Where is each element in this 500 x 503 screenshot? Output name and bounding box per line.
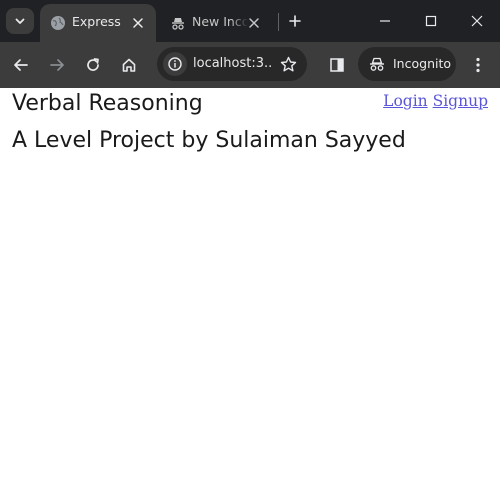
- bookmark-button[interactable]: [279, 55, 297, 73]
- tab-title: New Incognito Tab: [192, 14, 248, 29]
- tab-new-incognito[interactable]: New Incognito Tab: [160, 4, 272, 42]
- maximize-icon: [425, 15, 437, 27]
- address-bar[interactable]: localhost:3...: [157, 47, 307, 81]
- browser-toolbar: localhost:3... Incognito: [0, 42, 500, 88]
- tab-title: Express: [72, 14, 121, 29]
- page-viewport: Verbal Reasoning A Level Project by Sula…: [0, 88, 500, 503]
- reload-button[interactable]: [80, 52, 106, 78]
- browser-menu-button[interactable]: [466, 52, 490, 78]
- home-button[interactable]: [116, 52, 142, 78]
- back-button[interactable]: [8, 52, 34, 78]
- side-panel-icon: [330, 58, 344, 72]
- close-tab-icon[interactable]: [246, 15, 262, 31]
- close-tab-icon[interactable]: [130, 15, 146, 31]
- chevron-down-icon: [15, 18, 25, 24]
- close-window-button[interactable]: [462, 8, 492, 34]
- more-vertical-icon: [476, 57, 480, 73]
- tab-strip: Express New Incognito Tab: [0, 0, 500, 42]
- new-tab-button[interactable]: [284, 10, 306, 32]
- incognito-icon: [370, 57, 384, 71]
- tab-express[interactable]: Express: [40, 4, 156, 42]
- login-link[interactable]: Login: [383, 92, 428, 110]
- site-info-button[interactable]: [163, 52, 187, 76]
- arrow-left-icon: [14, 59, 28, 71]
- plus-icon: [289, 15, 301, 27]
- url-text[interactable]: localhost:3...: [193, 56, 273, 71]
- signup-link[interactable]: Signup: [433, 92, 488, 110]
- incognito-profile-chip[interactable]: Incognito: [358, 47, 456, 81]
- incognito-icon: [172, 18, 184, 30]
- close-icon: [471, 15, 483, 27]
- minimize-button[interactable]: [370, 8, 400, 34]
- forward-button[interactable]: [44, 52, 70, 78]
- star-icon: [280, 56, 296, 71]
- tab-search-button[interactable]: [6, 8, 34, 34]
- tab-separator: [278, 13, 279, 31]
- auth-nav: Login Signup: [383, 92, 488, 110]
- incognito-label: Incognito: [393, 56, 452, 71]
- page-subtitle: A Level Project by Sulaiman Sayyed: [12, 128, 406, 153]
- maximize-button[interactable]: [416, 8, 446, 34]
- reload-icon: [87, 58, 99, 71]
- home-icon: [122, 58, 136, 72]
- info-icon: [168, 57, 182, 71]
- globe-icon: [51, 16, 65, 30]
- page-title: Verbal Reasoning: [12, 91, 203, 116]
- side-panel-button[interactable]: [324, 52, 350, 78]
- minimize-icon: [380, 20, 390, 22]
- arrow-right-icon: [50, 59, 64, 71]
